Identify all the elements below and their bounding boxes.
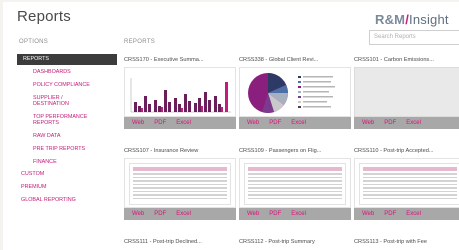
pdf-link[interactable]: PDF	[154, 211, 166, 217]
web-link[interactable]: Web	[132, 120, 144, 126]
report-links: Web PDF Excel	[239, 208, 351, 220]
report-title[interactable]: CRSS101 - Carbon Emissions...	[354, 57, 459, 65]
web-link[interactable]: Web	[362, 211, 374, 217]
excel-link[interactable]: Excel	[291, 120, 306, 126]
pdf-link[interactable]: PDF	[384, 120, 396, 126]
sidebar-item-dashboards[interactable]: DASHBOARDS	[17, 68, 117, 78]
pdf-link[interactable]: PDF	[384, 211, 396, 217]
report-thumbnail[interactable]	[124, 158, 236, 208]
report-title[interactable]: CRSS109 - Passengers on Flig...	[239, 148, 351, 156]
report-title[interactable]: CRSS112 - Post-trip Summary	[239, 239, 351, 247]
web-link[interactable]: Web	[132, 211, 144, 217]
report-card: CRSS111 - Post-trip Declined...	[124, 239, 236, 247]
search-input[interactable]: Search Reports	[369, 30, 459, 45]
pdf-link[interactable]: PDF	[269, 211, 281, 217]
brand-logo: R&M/Insight	[375, 12, 449, 27]
sidebar-item-supplier-destination[interactable]: SUPPLIER / DESTINATION	[17, 94, 87, 110]
report-card: CRSS107 - Insurance Review Web PDF Excel	[124, 148, 236, 220]
report-links: Web PDF Excel	[239, 117, 351, 129]
web-link[interactable]: Web	[247, 211, 259, 217]
app-window: Reports R&M/Insight Search Reports OPTIO…	[3, 2, 459, 250]
report-card: CRSS109 - Passengers on Flig... Web PDF …	[239, 148, 351, 220]
report-thumbnail[interactable]	[239, 67, 351, 117]
sidebar-item-global-reporting[interactable]: GLOBAL REPORTING	[17, 196, 117, 206]
sidebar-item-custom[interactable]: CUSTOM	[17, 170, 117, 180]
table-document-thumbnail	[129, 163, 231, 205]
report-card: CRSS112 - Post-trip Summary	[239, 239, 351, 247]
report-thumbnail[interactable]	[354, 158, 459, 208]
report-thumbnail[interactable]	[124, 67, 236, 117]
report-links: Web PDF Excel	[354, 117, 459, 129]
report-card: CRSS113 - Post-trip with Fee	[354, 239, 459, 247]
report-title[interactable]: CRSS338 - Global Client Revi...	[239, 57, 351, 65]
sidebar-item-raw-data[interactable]: RAW DATA	[17, 132, 117, 142]
web-link[interactable]: Web	[247, 120, 259, 126]
sidebar-item-premium[interactable]: PREMIUM	[17, 183, 117, 193]
table-document-thumbnail	[244, 163, 346, 205]
sidebar-item-finance[interactable]: FINANCE	[17, 158, 117, 168]
excel-link[interactable]: Excel	[176, 120, 191, 126]
report-title[interactable]: CRSS170 - Executive Summa...	[124, 57, 236, 65]
reports-heading: REPORTS	[124, 39, 155, 45]
report-title[interactable]: CRSS110 - Post-trip Accepted...	[354, 148, 459, 156]
report-links: Web PDF Excel	[354, 208, 459, 220]
excel-link[interactable]: Excel	[406, 211, 421, 217]
report-card: CRSS110 - Post-trip Accepted... Web PDF …	[354, 148, 459, 220]
sidebar-item-policy-compliance[interactable]: POLICY COMPLIANCE	[17, 81, 117, 91]
web-link[interactable]: Web	[362, 120, 374, 126]
excel-link[interactable]: Excel	[406, 120, 421, 126]
report-card: CRSS170 - Executive Summa... Web PDF Exc…	[124, 57, 236, 129]
report-title[interactable]: CRSS107 - Insurance Review	[124, 148, 236, 156]
report-thumbnail[interactable]	[239, 158, 351, 208]
pie-chart-thumbnail	[248, 73, 335, 113]
report-title[interactable]: CRSS111 - Post-trip Declined...	[124, 239, 236, 247]
report-title[interactable]: CRSS113 - Post-trip with Fee	[354, 239, 459, 247]
bar-chart-thumbnail	[129, 72, 233, 114]
options-heading: OPTIONS	[19, 39, 49, 45]
report-card: CRSS338 - Global Client Revi... Web PDF …	[239, 57, 351, 129]
report-links: Web PDF Excel	[124, 117, 236, 129]
sidebar-item-pre-trip[interactable]: PRE TRIP REPORTS	[17, 145, 117, 155]
sidebar-item-reports[interactable]: REPORTS	[17, 54, 117, 65]
page-title: Reports	[17, 8, 71, 25]
sidebar: REPORTS DASHBOARDS POLICY COMPLIANCE SUP…	[17, 54, 117, 206]
report-thumbnail[interactable]	[354, 67, 459, 117]
excel-link[interactable]: Excel	[291, 211, 306, 217]
report-card: CRSS101 - Carbon Emissions... Web PDF Ex…	[354, 57, 459, 129]
pdf-link[interactable]: PDF	[154, 120, 166, 126]
pdf-link[interactable]: PDF	[269, 120, 281, 126]
excel-link[interactable]: Excel	[176, 211, 191, 217]
report-links: Web PDF Excel	[124, 208, 236, 220]
sidebar-item-top-performance[interactable]: TOP PERFORMANCE REPORTS	[17, 113, 99, 129]
table-document-thumbnail	[359, 163, 459, 205]
